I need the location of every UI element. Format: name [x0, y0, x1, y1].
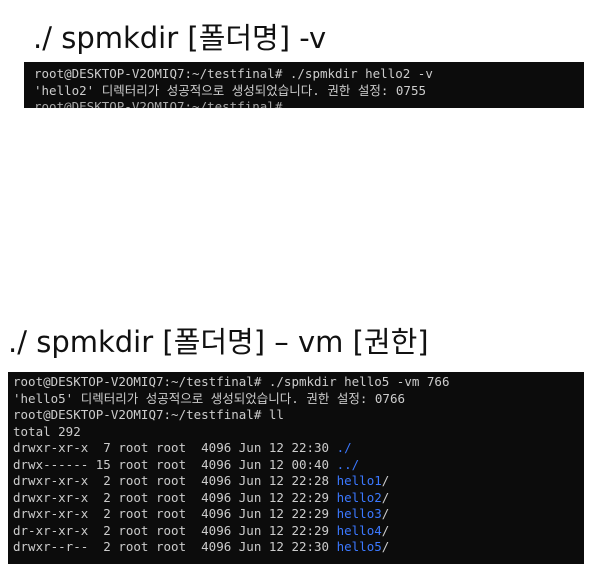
directory-suffix: / — [381, 489, 390, 505]
directory-listing-row: drwxr-xr-x 2 root root 4096 Jun 12 22:28… — [13, 473, 584, 490]
directory-listing-row: dr-xr-xr-x 2 root root 4096 Jun 12 22:29… — [13, 523, 584, 540]
directory-suffix: / — [381, 539, 390, 554]
terminal-total-line: total 292 — [13, 423, 81, 439]
command-heading-mode: ./ spmkdir [폴더명] – vm [권한] — [8, 325, 429, 359]
terminal-prompt-line: root@DESKTOP-V2OMIQ7:~/testfinal# — [34, 99, 283, 108]
terminal-output-line: 'hello2' 디렉터리가 성공적으로 생성되었습니다. 권한 설정: 075… — [34, 82, 427, 98]
listing-meta: drwxr-xr-x 7 root root 4096 Jun 12 22:30 — [13, 440, 337, 455]
directory-name: hello3 — [336, 506, 382, 521]
directory-name: ./ — [336, 440, 352, 455]
listing-meta: drwx------ 15 root root 4096 Jun 12 00:4… — [13, 456, 337, 472]
listing-meta: drwxr--r-- 2 root root 4096 Jun 12 22:30 — [13, 539, 337, 554]
terminal-command-line: root@DESKTOP-V2OMIQ7:~/testfinal# ll — [13, 407, 284, 422]
listing-meta: drwxr-xr-x 2 root root 4096 Jun 12 22:29 — [13, 506, 337, 521]
directory-name: hello4 — [336, 522, 382, 538]
listing-meta: drwxr-xr-x 2 root root 4096 Jun 12 22:29 — [13, 489, 337, 505]
directory-listing-row: drwxr-xr-x 2 root root 4096 Jun 12 22:29… — [13, 506, 584, 523]
directory-suffix: / — [381, 522, 390, 538]
directory-listing-row: drwxr-xr-x 7 root root 4096 Jun 12 22:30… — [13, 440, 584, 457]
directory-name: hello1 — [336, 473, 382, 488]
terminal-command-line: root@DESKTOP-V2OMIQ7:~/testfinal# ./spmk… — [13, 374, 450, 389]
directory-name: ../ — [336, 456, 360, 472]
directory-listing-row: drwx------ 15 root root 4096 Jun 12 00:4… — [13, 457, 584, 474]
listing-meta: drwxr-xr-x 2 root root 4096 Jun 12 22:28 — [13, 473, 337, 488]
command-heading-verbose: ./ spmkdir [폴더명] -v — [33, 21, 327, 55]
terminal-window-mode: root@DESKTOP-V2OMIQ7:~/testfinal# ./spmk… — [8, 372, 584, 564]
terminal-command-line: root@DESKTOP-V2OMIQ7:~/testfinal# ./spmk… — [34, 66, 433, 81]
terminal-output-line: 'hello5' 디렉터리가 성공적으로 생성되었습니다. 권한 설정: 076… — [13, 390, 406, 406]
directory-listing-row: drwxr-xr-x 2 root root 4096 Jun 12 22:29… — [13, 490, 584, 507]
terminal-window-verbose: root@DESKTOP-V2OMIQ7:~/testfinal# ./spmk… — [24, 62, 584, 108]
directory-suffix: / — [381, 473, 390, 488]
directory-name: hello2 — [336, 489, 382, 505]
directory-listing-row: drwxr--r-- 2 root root 4096 Jun 12 22:30… — [13, 539, 584, 556]
listing-meta: dr-xr-xr-x 2 root root 4096 Jun 12 22:29 — [13, 522, 337, 538]
directory-name: hello5 — [336, 539, 382, 554]
directory-suffix: / — [381, 506, 390, 521]
